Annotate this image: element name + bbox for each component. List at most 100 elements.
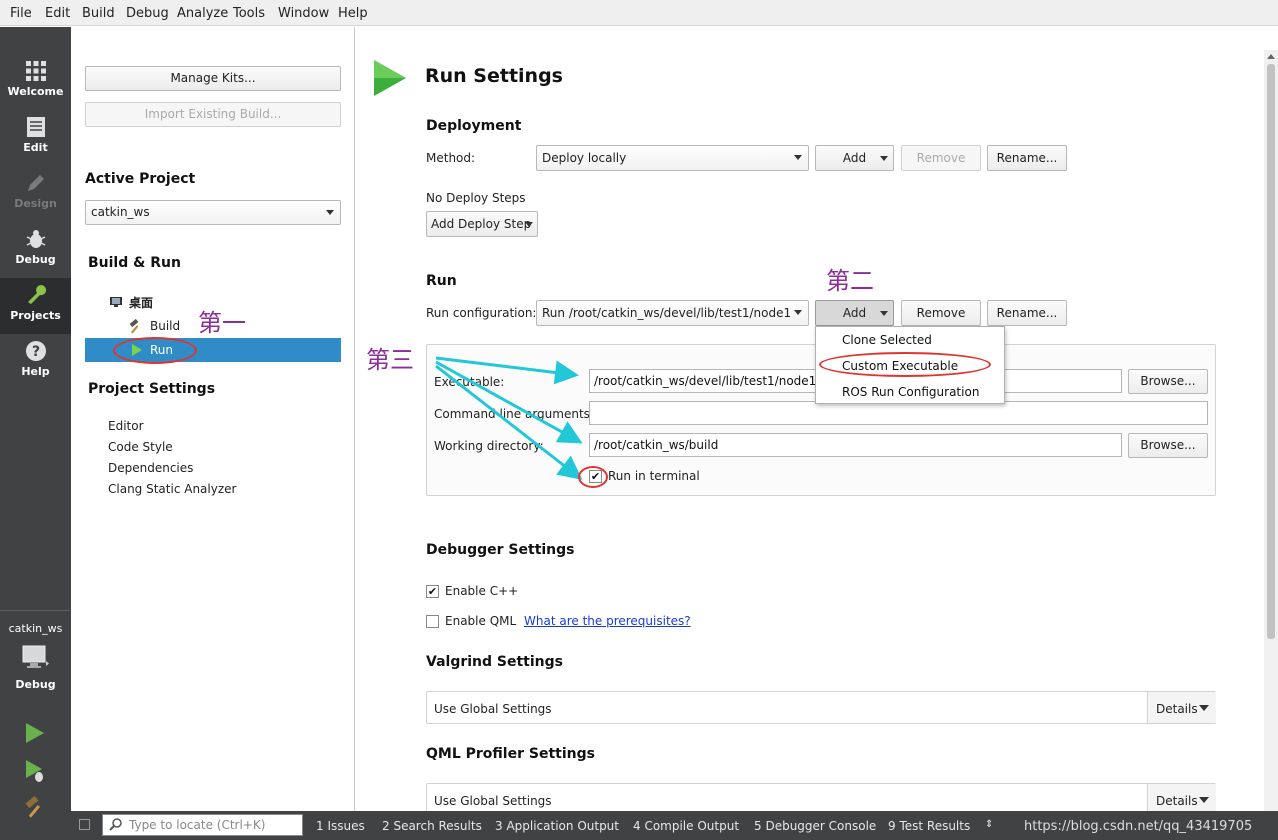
add-deploy-step-button[interactable]: Add Deploy Step bbox=[426, 211, 538, 237]
settings-item-code-style[interactable]: Code Style bbox=[108, 440, 173, 454]
mode-label: Edit bbox=[23, 141, 48, 154]
mode-design[interactable]: Design bbox=[0, 166, 71, 222]
menu-tools[interactable]: Tools bbox=[233, 6, 265, 21]
valgrind-details-button[interactable]: Details bbox=[1147, 692, 1216, 723]
import-build-button[interactable]: Import Existing Build... bbox=[85, 102, 341, 127]
run-config-value: Run /root/catkin_ws/devel/lib/test1/node… bbox=[542, 306, 792, 320]
menu-window[interactable]: Window bbox=[278, 6, 329, 21]
menu-analyze[interactable]: Analyze bbox=[177, 6, 228, 21]
menu-item-clone-selected[interactable]: Clone Selected bbox=[842, 333, 932, 347]
settings-item-dependencies[interactable]: Dependencies bbox=[108, 461, 193, 475]
button-label: Add bbox=[842, 151, 867, 165]
kit-selector[interactable] bbox=[21, 644, 49, 672]
deploy-remove-button[interactable]: Remove bbox=[901, 145, 981, 171]
monitor-icon bbox=[22, 645, 49, 668]
prerequisites-link[interactable]: What are the prerequisites? bbox=[524, 614, 691, 628]
run-config-label: Run configuration: bbox=[426, 306, 537, 320]
enable-qml-label: Enable QML bbox=[445, 614, 517, 628]
workdir-browse-button[interactable]: Browse... bbox=[1128, 433, 1208, 458]
output-tab-search-results[interactable]: 2 Search Results bbox=[382, 819, 482, 833]
details-label: Details bbox=[1156, 702, 1198, 716]
output-tab-compile-output[interactable]: 4 Compile Output bbox=[633, 819, 739, 833]
active-project-heading: Active Project bbox=[85, 171, 196, 187]
hammer-icon bbox=[25, 795, 41, 818]
menu-debug[interactable]: Debug bbox=[126, 6, 169, 21]
enable-qml-checkbox[interactable] bbox=[426, 615, 439, 628]
qml-profiler-global-label: Use Global Settings bbox=[434, 794, 552, 808]
toggle-sidebar-icon[interactable] bbox=[79, 819, 90, 830]
output-tab-test-results[interactable]: 9 Test Results bbox=[888, 819, 970, 833]
chevron-down-icon bbox=[794, 310, 802, 315]
executable-label: Executable: bbox=[434, 375, 505, 389]
manage-kits-button[interactable]: Manage Kits... bbox=[85, 66, 341, 91]
build-run-heading: Build & Run bbox=[88, 255, 181, 271]
valgrind-heading: Valgrind Settings bbox=[426, 654, 563, 670]
args-label: Command line arguments: bbox=[434, 407, 594, 421]
enable-cpp-label: Enable C++ bbox=[445, 584, 519, 598]
active-project-select[interactable]: catkin_ws bbox=[85, 200, 341, 225]
chevron-down-icon bbox=[525, 222, 533, 227]
run-remove-button[interactable]: Remove bbox=[901, 300, 981, 326]
hammer-icon bbox=[129, 319, 139, 334]
mode-label: Debug bbox=[15, 253, 56, 266]
wrench-icon bbox=[25, 284, 47, 306]
bug-icon bbox=[25, 228, 47, 250]
details-label: Details bbox=[1156, 794, 1198, 808]
enable-cpp-checkbox[interactable]: ✔ bbox=[426, 585, 439, 598]
deploy-rename-button[interactable]: Rename... bbox=[987, 145, 1067, 171]
menu-build[interactable]: Build bbox=[82, 6, 115, 21]
settings-item-editor[interactable]: Editor bbox=[108, 419, 144, 433]
mode-label: Help bbox=[21, 365, 50, 378]
run-in-terminal-label: Run in terminal bbox=[608, 469, 700, 483]
mode-label: Welcome bbox=[7, 85, 64, 98]
menu-help[interactable]: Help bbox=[338, 6, 368, 21]
pencil-icon bbox=[25, 172, 47, 194]
executable-browse-button[interactable]: Browse... bbox=[1128, 369, 1208, 394]
args-field[interactable] bbox=[589, 401, 1208, 425]
search-icon bbox=[109, 818, 122, 831]
mode-projects[interactable]: Projects bbox=[0, 278, 71, 334]
run-button[interactable] bbox=[24, 722, 46, 747]
debug-run-button[interactable] bbox=[24, 759, 46, 786]
valgrind-settings-row: Use Global Settings Details bbox=[426, 691, 1216, 724]
mode-welcome[interactable]: Welcome bbox=[0, 54, 71, 110]
menu-file[interactable]: File bbox=[10, 6, 32, 21]
output-tab-issues[interactable]: 1 Issues bbox=[316, 819, 365, 833]
build-button[interactable] bbox=[23, 795, 47, 822]
method-label: Method: bbox=[426, 151, 476, 165]
chevron-down-icon bbox=[1199, 705, 1209, 711]
grid-icon bbox=[25, 60, 47, 82]
desktop-icon bbox=[110, 297, 122, 307]
chevron-down-icon bbox=[326, 210, 334, 215]
annotation-third: 第三 bbox=[366, 346, 414, 374]
run-rename-button[interactable]: Rename... bbox=[987, 300, 1067, 326]
menu-item-ros-run-config[interactable]: ROS Run Configuration bbox=[842, 385, 979, 399]
run-config-select[interactable]: Run /root/catkin_ws/devel/lib/test1/node… bbox=[536, 300, 809, 326]
main-scrollbar[interactable] bbox=[1264, 50, 1278, 811]
scroll-up-icon[interactable] bbox=[1267, 54, 1275, 59]
menu-bar: File Edit Build Debug Analyze Tools Wind… bbox=[0, 0, 1278, 26]
menu-edit[interactable]: Edit bbox=[45, 6, 70, 21]
annotation-ring-custom-executable bbox=[819, 352, 991, 377]
workdir-label: Working directory: bbox=[434, 439, 544, 453]
deploy-method-select[interactable]: Deploy locally bbox=[536, 145, 809, 171]
output-tab-debugger-console[interactable]: 5 Debugger Console bbox=[754, 819, 876, 833]
chevron-down-icon bbox=[880, 156, 888, 161]
deploy-add-button[interactable]: Add bbox=[815, 145, 894, 171]
divider bbox=[0, 610, 71, 611]
mode-edit[interactable]: Edit bbox=[0, 110, 71, 166]
scroll-thumb[interactable] bbox=[1267, 64, 1275, 639]
output-tab-application-output[interactable]: 3 Application Output bbox=[495, 819, 619, 833]
settings-item-clang[interactable]: Clang Static Analyzer bbox=[108, 482, 236, 496]
mode-debug[interactable]: Debug bbox=[0, 222, 71, 278]
help-icon: ? bbox=[25, 340, 47, 362]
chevron-down-icon bbox=[794, 155, 802, 160]
mode-help[interactable]: ? Help bbox=[0, 334, 71, 390]
workdir-field[interactable]: /root/catkin_ws/build bbox=[589, 433, 1122, 457]
locator-input[interactable]: Type to locate (Ctrl+K) bbox=[102, 814, 303, 836]
annotation-ring-run-in-terminal bbox=[578, 466, 608, 488]
more-tabs-icon[interactable]: ⇕ bbox=[985, 819, 993, 830]
watermark: https://blog.csdn.net/qq_43419705 bbox=[1024, 819, 1253, 834]
projects-panel: Manage Kits... Import Existing Build... … bbox=[71, 27, 355, 811]
run-add-button[interactable]: Add bbox=[815, 300, 894, 326]
